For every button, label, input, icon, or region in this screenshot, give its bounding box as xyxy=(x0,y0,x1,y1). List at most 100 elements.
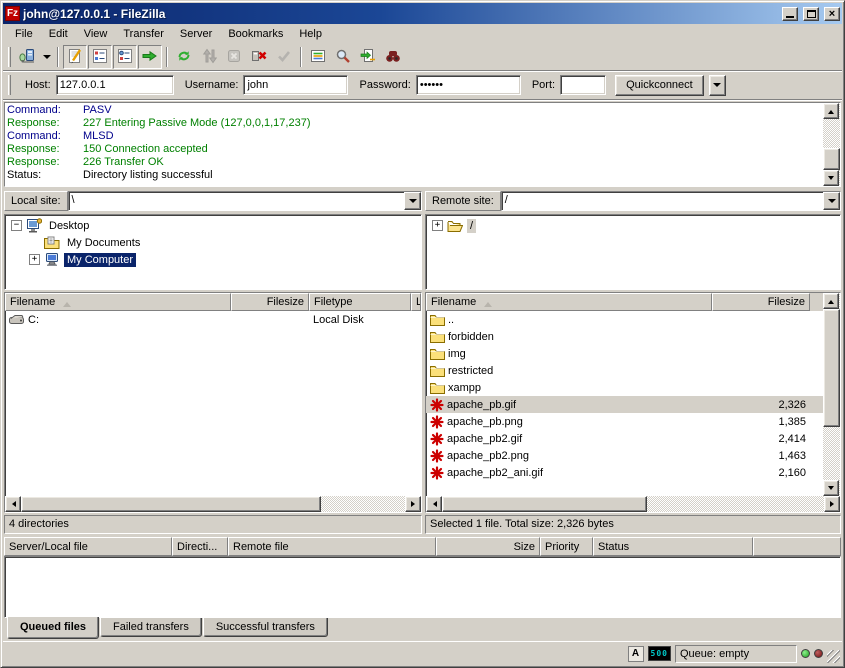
scroll-down-button[interactable] xyxy=(823,480,839,496)
column-header-l[interactable]: L xyxy=(411,293,421,311)
cancel-operation-button[interactable] xyxy=(222,45,246,69)
disconnect-button[interactable] xyxy=(247,45,271,69)
find-files-button[interactable] xyxy=(331,45,355,69)
close-button[interactable]: × xyxy=(824,7,840,21)
transfer-type-icon[interactable]: A xyxy=(628,646,644,662)
scroll-track[interactable] xyxy=(647,496,824,512)
scroll-thumb[interactable] xyxy=(823,148,840,170)
queue-column-server-local-file[interactable]: Server/Local file xyxy=(4,537,172,556)
scroll-left-button[interactable] xyxy=(426,496,442,512)
menu-edit[interactable]: Edit xyxy=(41,26,76,42)
file-row[interactable]: C: Local Disk xyxy=(5,311,421,328)
site-manager-button[interactable] xyxy=(15,45,39,69)
menu-view[interactable]: View xyxy=(76,26,116,42)
maximize-button[interactable] xyxy=(803,7,819,21)
remote-directory-tree: +/ xyxy=(425,214,841,290)
minimize-button[interactable] xyxy=(782,7,798,21)
speed-limit-badge[interactable]: 500 xyxy=(648,646,671,661)
toggle-local-tree-button[interactable] xyxy=(88,45,112,69)
tree-expander-icon[interactable]: − xyxy=(11,220,22,231)
queue-column-directi-[interactable]: Directi... xyxy=(172,537,228,556)
tree-item-desktop[interactable]: −Desktop xyxy=(5,217,421,234)
check-icon xyxy=(276,48,292,67)
menu-bookmarks[interactable]: Bookmarks xyxy=(220,26,291,42)
scroll-thumb[interactable] xyxy=(21,496,321,512)
column-header-filename[interactable]: Filename xyxy=(5,293,231,311)
tab-failed-transfers[interactable]: Failed transfers xyxy=(100,618,202,637)
log-line: Command:MLSD xyxy=(5,130,823,143)
queue-column-blank[interactable] xyxy=(753,537,841,556)
scroll-track[interactable] xyxy=(823,119,840,148)
file-row[interactable]: apache_pb2_ani.gif 2,160 xyxy=(426,464,823,481)
menu-help[interactable]: Help xyxy=(291,26,330,42)
file-row[interactable]: forbidden xyxy=(426,328,823,345)
file-row[interactable]: xampp xyxy=(426,379,823,396)
menu-transfer[interactable]: Transfer xyxy=(115,26,172,42)
quickconnect-dropdown-button[interactable] xyxy=(709,75,726,96)
message-log-scrollbar[interactable] xyxy=(823,103,840,186)
directory-comparison-button[interactable] xyxy=(356,45,380,69)
tab-queued-files[interactable]: Queued files xyxy=(7,617,99,639)
site-manager-dropdown-button[interactable] xyxy=(40,45,53,69)
queue-column-remote-file[interactable]: Remote file xyxy=(228,537,436,556)
tree-expander-icon[interactable]: + xyxy=(432,220,443,231)
column-header-filename[interactable]: Filename xyxy=(426,293,712,311)
username-input[interactable] xyxy=(243,75,348,95)
remote-horizontal-scrollbar[interactable] xyxy=(426,496,840,512)
tree-item--[interactable]: +/ xyxy=(426,217,840,234)
scroll-thumb[interactable] xyxy=(823,309,840,427)
queue-column-status[interactable]: Status xyxy=(593,537,753,556)
tree-item-my-documents[interactable]: My Documents xyxy=(5,234,421,251)
apply-button[interactable] xyxy=(272,45,296,69)
host-input[interactable] xyxy=(56,75,174,95)
scroll-track[interactable] xyxy=(823,427,840,480)
password-input[interactable] xyxy=(416,75,521,95)
toolbar-grip[interactable] xyxy=(8,47,11,67)
tree-item-my-computer[interactable]: +My Computer xyxy=(5,251,421,268)
remote-site-dropdown-button[interactable] xyxy=(823,192,840,210)
resize-grip[interactable] xyxy=(827,650,840,663)
tab-successful-transfers[interactable]: Successful transfers xyxy=(203,618,328,637)
toggle-transfer-queue-button[interactable] xyxy=(138,45,162,69)
column-header-filetype[interactable]: Filetype xyxy=(309,293,411,311)
scroll-right-button[interactable] xyxy=(405,496,421,512)
column-header-filesize[interactable]: Filesize xyxy=(231,293,309,311)
remote-vertical-scrollbar[interactable] xyxy=(823,293,840,496)
scroll-left-button[interactable] xyxy=(5,496,21,512)
title-bar[interactable]: Fz john@127.0.0.1 - FileZilla × xyxy=(3,3,842,24)
transfer-queue-list[interactable] xyxy=(4,556,841,618)
file-row[interactable]: apache_pb2.gif 2,414 xyxy=(426,430,823,447)
file-row[interactable]: img xyxy=(426,345,823,362)
process-queue-button[interactable] xyxy=(197,45,221,69)
tree-expander-icon[interactable]: + xyxy=(29,254,40,265)
column-header-filesize[interactable]: Filesize xyxy=(712,293,810,311)
scroll-down-button[interactable] xyxy=(823,170,839,186)
file-row[interactable]: apache_pb.png 1,385 xyxy=(426,413,823,430)
local-site-dropdown-button[interactable] xyxy=(404,192,421,210)
scroll-up-button[interactable] xyxy=(823,103,839,119)
remote-site-combobox[interactable]: / xyxy=(501,191,841,211)
queue-column-size[interactable]: Size xyxy=(436,537,540,556)
queue-column-priority[interactable]: Priority xyxy=(540,537,593,556)
scroll-right-button[interactable] xyxy=(824,496,840,512)
scroll-up-button[interactable] xyxy=(823,293,839,309)
file-row[interactable]: .. xyxy=(426,311,823,328)
scroll-thumb[interactable] xyxy=(442,496,647,512)
synchronized-browsing-button[interactable] xyxy=(381,45,405,69)
filter-button[interactable] xyxy=(306,45,330,69)
menu-file[interactable]: File xyxy=(7,26,41,42)
toggle-remote-tree-button[interactable] xyxy=(113,45,137,69)
toggle-message-log-button[interactable] xyxy=(63,45,87,69)
file-row[interactable]: restricted xyxy=(426,362,823,379)
quickconnect-button[interactable]: Quickconnect xyxy=(615,75,704,96)
file-row[interactable]: apache_pb2.png 1,463 xyxy=(426,447,823,464)
file-row[interactable]: apache_pb.gif 2,326 xyxy=(426,396,823,413)
quickconnect-grip[interactable] xyxy=(8,75,11,95)
port-input[interactable] xyxy=(560,75,606,95)
menu-server[interactable]: Server xyxy=(172,26,220,42)
scroll-track[interactable] xyxy=(321,496,405,512)
chevron-down-icon xyxy=(828,199,836,207)
local-horizontal-scrollbar[interactable] xyxy=(5,496,421,512)
refresh-button[interactable] xyxy=(172,45,196,69)
local-site-combobox[interactable]: \ xyxy=(68,191,422,211)
